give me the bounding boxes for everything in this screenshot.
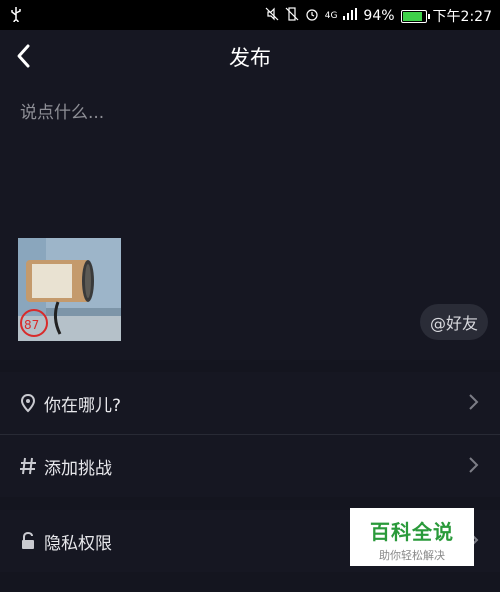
signal-icon (343, 8, 358, 24)
mute-icon (265, 7, 279, 25)
caption-input[interactable] (18, 96, 482, 220)
status-bar: 4G 94% 下午2:27 (0, 0, 500, 30)
location-icon (18, 393, 38, 413)
location-row[interactable]: 你在哪儿? (0, 372, 500, 434)
watermark-subtitle: 助你轻松解决 (379, 549, 445, 562)
page-title: 发布 (229, 46, 271, 70)
challenge-label: 添加挑战 (44, 459, 112, 479)
lock-icon (18, 531, 38, 551)
video-thumbnail[interactable]: 87 (18, 238, 121, 341)
battery-percent: 94% (363, 8, 395, 24)
alarm-icon (305, 7, 319, 25)
hashtag-icon (18, 456, 38, 476)
vibrate-off-icon (285, 7, 299, 25)
challenge-row[interactable]: 添加挑战 (0, 435, 500, 497)
chevron-right-icon (468, 455, 480, 475)
network-type: 4G (324, 11, 338, 21)
battery-fill (402, 11, 422, 21)
location-label: 你在哪儿? (44, 396, 122, 416)
mention-friend-button[interactable]: @好友 (419, 304, 488, 340)
clock: 下午2:27 (432, 9, 492, 25)
usb-icon (10, 6, 22, 26)
thumbnail-badge: 87 (20, 309, 48, 337)
mention-friend-label: @好友 (429, 314, 478, 333)
battery-icon (400, 9, 430, 23)
compose-panel: 87 @好友 (0, 82, 500, 360)
watermark-title: 百科全说 (370, 520, 454, 544)
privacy-label: 隐私权限 (44, 534, 112, 554)
header: 发布 (0, 30, 500, 82)
chevron-right-icon (468, 392, 480, 412)
watermark-logo: 百科全说 助你轻松解决 (350, 508, 474, 566)
